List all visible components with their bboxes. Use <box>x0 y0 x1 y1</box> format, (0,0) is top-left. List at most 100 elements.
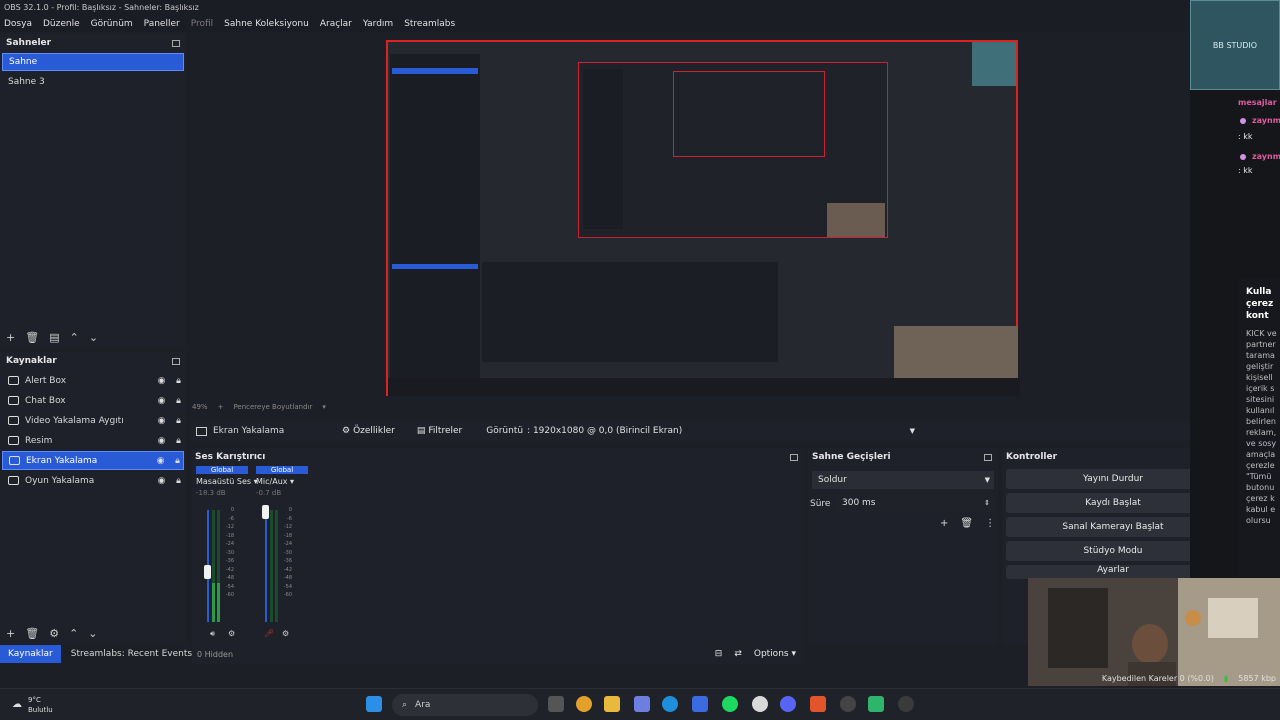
undock-icon[interactable] <box>172 39 180 47</box>
chrome-icon[interactable] <box>576 696 592 712</box>
browser-icon[interactable] <box>752 696 768 712</box>
eye-icon[interactable]: ◉ <box>155 456 166 466</box>
scene-item[interactable]: Sahne <box>2 53 184 71</box>
lock-icon[interactable]: 🔒︎ <box>173 376 184 386</box>
copilot-icon[interactable] <box>634 696 650 712</box>
chat-user: zaynm <box>1252 152 1280 161</box>
undock-icon[interactable] <box>172 357 180 365</box>
db-tick: 0 <box>230 507 234 513</box>
trash-icon[interactable]: 🗑 <box>960 518 973 529</box>
lock-icon[interactable]: 🔒︎ <box>173 476 184 486</box>
more-vertical-icon[interactable]: ⋮ <box>985 518 995 529</box>
settings-button[interactable]: Ayarlar <box>1006 565 1220 579</box>
move-up-icon[interactable]: ⌃ <box>70 331 79 344</box>
trash-icon[interactable]: 🗑 <box>25 331 39 344</box>
lock-icon[interactable]: 🔒︎ <box>172 456 183 466</box>
preview-canvas[interactable] <box>386 40 1020 396</box>
edge-icon[interactable] <box>662 696 678 712</box>
gear-icon[interactable]: ⚙ <box>228 629 235 638</box>
gear-icon[interactable]: ⚙ <box>282 629 289 638</box>
menu-docks[interactable]: Paneller <box>144 19 180 29</box>
volume-fader-knob[interactable] <box>204 565 211 579</box>
display-select[interactable]: : 1920x1080 @ 0,0 (Birincil Ekran) ▼ <box>523 423 919 439</box>
image-icon <box>8 436 19 445</box>
zoom-value[interactable]: 49% <box>192 403 208 411</box>
menu-edit[interactable]: Düzenle <box>43 19 80 29</box>
lock-icon[interactable]: 🔒︎ <box>173 436 184 446</box>
scale-mode[interactable]: Pencereye Boyutlandır <box>233 403 312 411</box>
menu-scene-collection[interactable]: Sahne Koleksiyonu <box>224 19 309 29</box>
muted-mic-icon[interactable]: 🎤︎ <box>264 629 274 638</box>
eye-icon[interactable]: ◉ <box>156 376 167 386</box>
db-tick: -24 <box>283 541 292 547</box>
menu-streamlabs[interactable]: Streamlabs <box>404 19 455 29</box>
source-item[interactable]: Chat Box ◉ 🔒︎ <box>2 391 184 410</box>
app-icon[interactable] <box>810 696 826 712</box>
link-icon[interactable]: ⇄ <box>734 649 742 659</box>
properties-button[interactable]: ⚙ Özellikler <box>336 424 401 438</box>
store-icon[interactable] <box>692 696 708 712</box>
transition-select[interactable]: Soldur ▼ <box>812 471 994 489</box>
move-down-icon[interactable]: ⌄ <box>88 627 97 640</box>
eye-icon[interactable]: ◉ <box>156 476 167 486</box>
channel-name[interactable]: Masaüstü Ses ▾ <box>196 477 258 486</box>
media-player-icon[interactable] <box>898 696 914 712</box>
gear-icon[interactable]: ⚙ <box>49 627 59 640</box>
eye-icon[interactable]: ◉ <box>156 396 167 406</box>
discord-icon[interactable] <box>780 696 796 712</box>
status-bar: Kaybedilen Kareler 0 (%0.0) ▮ 5857 kbp <box>830 670 1280 686</box>
tab-sources[interactable]: Kaynaklar <box>0 645 61 663</box>
trash-icon[interactable]: 🗑 <box>25 627 39 640</box>
taskbar-search[interactable]: ⌕ Ara <box>392 694 538 716</box>
lock-icon[interactable]: 🔒︎ <box>173 396 184 406</box>
chevron-down-icon[interactable]: ▾ <box>322 403 326 411</box>
add-icon[interactable]: + <box>940 518 948 529</box>
undock-icon[interactable] <box>984 453 992 461</box>
filter-icon: ▤ <box>416 426 426 436</box>
filters-button[interactable]: ▤ Filtreler <box>411 424 468 438</box>
studio-mode-button[interactable]: Stüdyo Modu <box>1006 541 1220 561</box>
speaker-icon[interactable]: 🔊︎ <box>210 629 215 639</box>
streamlabs-icon[interactable] <box>868 696 884 712</box>
nested-selected-source <box>392 264 478 269</box>
move-down-icon[interactable]: ⌄ <box>89 331 98 344</box>
source-item[interactable]: Resim ◉ 🔒︎ <box>2 431 184 450</box>
lock-icon[interactable]: 🔒︎ <box>173 416 184 426</box>
weather-widget[interactable]: ☁ 9°C Bulutlu <box>12 695 53 715</box>
add-icon[interactable]: + <box>6 331 15 344</box>
duration-spinbox[interactable]: 300 ms ⇕ <box>836 494 994 512</box>
windows-start-icon[interactable] <box>366 696 382 712</box>
sources-title: Kaynaklar <box>6 356 57 366</box>
channel-name[interactable]: Mic/Aux ▾ <box>256 477 308 486</box>
volume-fader-knob[interactable] <box>262 505 269 519</box>
eye-icon[interactable]: ◉ <box>156 436 167 446</box>
start-virtual-camera-button[interactable]: Sanal Kamerayı Başlat ⚙ <box>1006 517 1220 537</box>
layout-icon[interactable]: ⊟ <box>715 649 723 659</box>
filter-icon[interactable]: ▤ <box>49 331 59 344</box>
source-item[interactable]: Oyun Yakalama ◉ 🔒︎ <box>2 471 184 490</box>
spotify-icon[interactable] <box>722 696 738 712</box>
tab-recent-events[interactable]: Streamlabs: Recent Events <box>63 645 200 663</box>
menu-profile[interactable]: Profil <box>191 19 213 29</box>
move-up-icon[interactable]: ⌃ <box>69 627 78 640</box>
zoom-in-icon[interactable]: + <box>218 403 224 411</box>
undock-icon[interactable] <box>790 453 798 461</box>
source-item[interactable]: Ekran Yakalama ◉ 🔒︎ <box>2 451 184 470</box>
volume-fader-track[interactable] <box>265 510 267 622</box>
scene-item[interactable]: Sahne 3 <box>2 73 184 91</box>
task-view-icon[interactable] <box>548 696 564 712</box>
menu-help[interactable]: Yardım <box>363 19 393 29</box>
source-item[interactable]: Video Yakalama Aygıtı ◉ 🔒︎ <box>2 411 184 430</box>
stop-streaming-button[interactable]: Yayını Durdur <box>1006 469 1220 489</box>
menu-file[interactable]: Dosya <box>4 19 32 29</box>
add-icon[interactable]: + <box>6 627 15 640</box>
options-button[interactable]: Options ▾ <box>754 649 796 659</box>
source-item[interactable]: Alert Box ◉ 🔒︎ <box>2 371 184 390</box>
start-recording-button[interactable]: Kaydı Başlat <box>1006 493 1220 513</box>
menu-view[interactable]: Görünüm <box>91 19 133 29</box>
menu-tools[interactable]: Araçlar <box>320 19 352 29</box>
eye-icon[interactable]: ◉ <box>156 416 167 426</box>
file-explorer-icon[interactable] <box>604 696 620 712</box>
spin-arrows-icon[interactable]: ⇕ <box>984 499 990 507</box>
obs-icon[interactable] <box>840 696 856 712</box>
